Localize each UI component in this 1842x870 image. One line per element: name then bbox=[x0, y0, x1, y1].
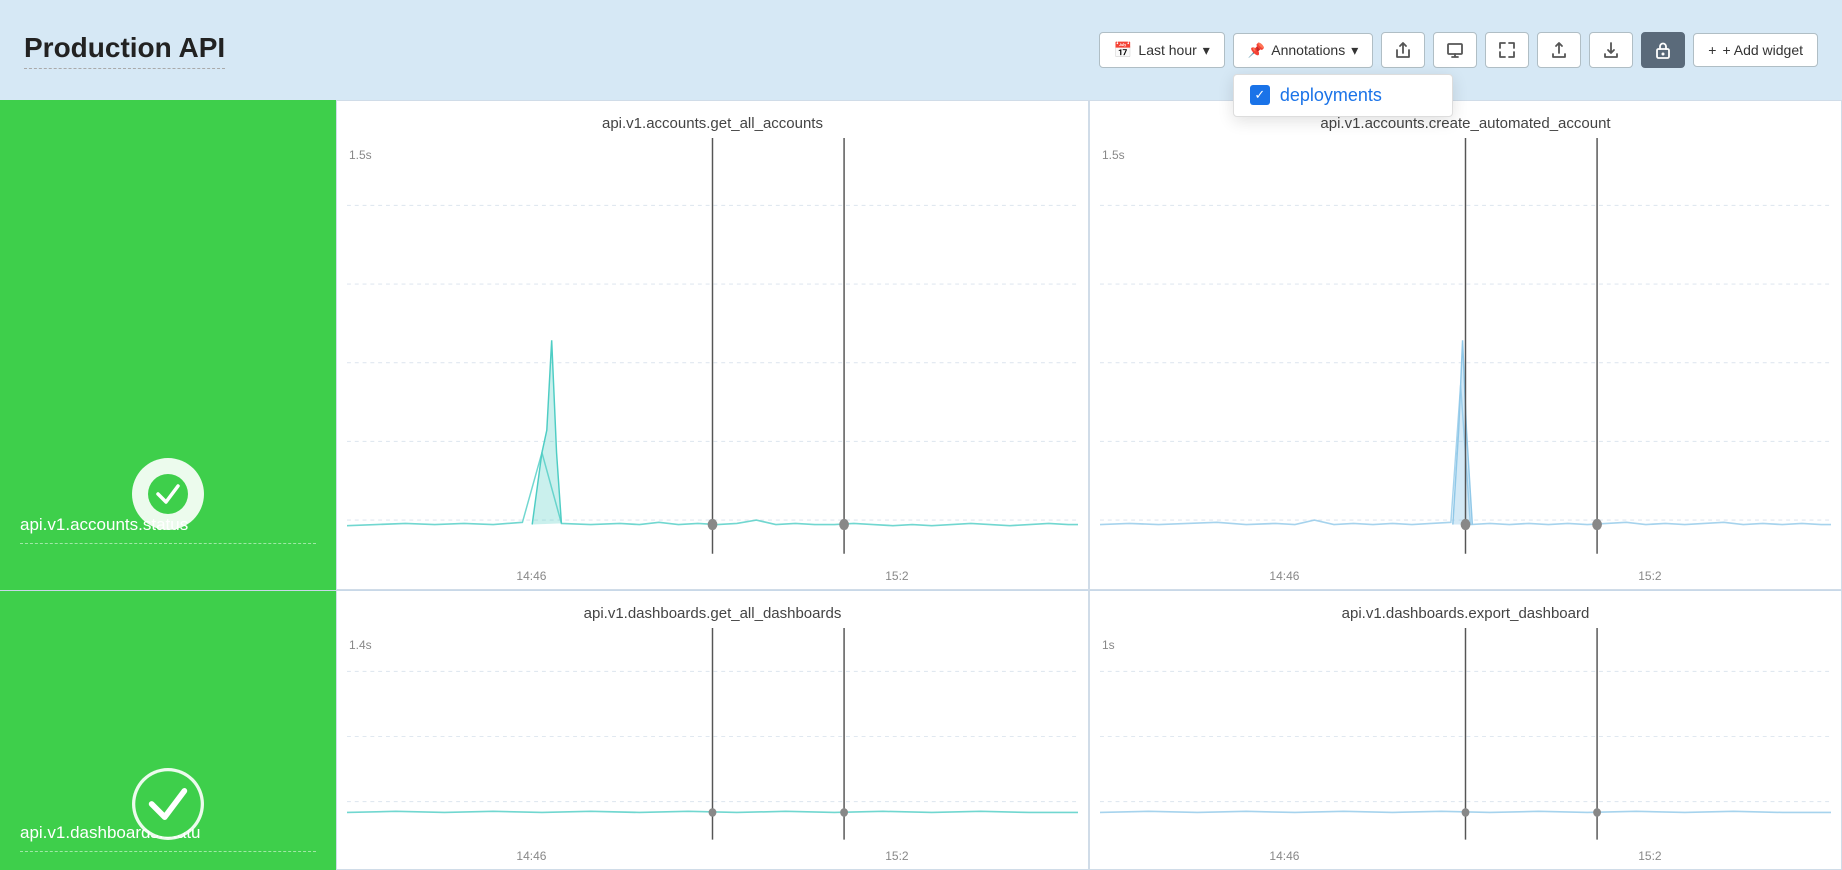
x-label-4a: 14:46 bbox=[1269, 849, 1299, 863]
chart-create-automated-account[interactable]: api.v1.accounts.create_automated_account… bbox=[1089, 100, 1842, 590]
y-label-1: 1.5s bbox=[349, 148, 372, 162]
x-label-4b: 15:2 bbox=[1638, 849, 1661, 863]
checkmark-circle-icon-2 bbox=[132, 768, 204, 840]
plus-icon: + bbox=[1708, 42, 1716, 58]
present-icon bbox=[1446, 41, 1464, 59]
annotations-dropdown-menu: ✓ deployments bbox=[1233, 74, 1453, 117]
chart-get-all-accounts[interactable]: api.v1.accounts.get_all_accounts 1.5s bbox=[336, 100, 1089, 590]
y-label-2: 1.5s bbox=[1102, 148, 1125, 162]
time-range-button[interactable]: 📅 Last hour ▾ bbox=[1099, 32, 1225, 68]
add-widget-label: + Add widget bbox=[1722, 42, 1803, 58]
page-title: Production API bbox=[24, 32, 225, 69]
chart-body-4: 1s bbox=[1090, 628, 1841, 845]
deployments-checkbox[interactable]: ✓ bbox=[1250, 85, 1270, 105]
x-label-1b: 15:2 bbox=[885, 569, 908, 583]
chart-title-1: api.v1.accounts.get_all_accounts bbox=[337, 101, 1088, 138]
annotations-button[interactable]: 📌 Annotations ▾ bbox=[1233, 33, 1373, 68]
lock-icon bbox=[1654, 41, 1672, 59]
download-button[interactable] bbox=[1589, 32, 1633, 68]
add-widget-button[interactable]: + + Add widget bbox=[1693, 33, 1818, 67]
chart-title-4: api.v1.dashboards.export_dashboard bbox=[1090, 591, 1841, 628]
lock-button[interactable] bbox=[1641, 32, 1685, 68]
x-label-2a: 14:46 bbox=[1269, 569, 1299, 583]
toolbar: 📅 Last hour ▾ 📌 Annotations ▾ ✓ deployme… bbox=[1099, 32, 1818, 68]
x-label-3a: 14:46 bbox=[516, 849, 546, 863]
chart-title-2: api.v1.accounts.create_automated_account bbox=[1090, 101, 1841, 138]
chart-svg-4 bbox=[1100, 628, 1831, 845]
chart-export-dashboard[interactable]: api.v1.dashboards.export_dashboard 1s 14… bbox=[1089, 590, 1842, 870]
status-ok-indicator-2 bbox=[132, 768, 204, 840]
upload-icon bbox=[1550, 41, 1568, 59]
chevron-down-icon: ▾ bbox=[1203, 42, 1210, 59]
chart-svg-2 bbox=[1100, 138, 1831, 565]
chart-get-all-dashboards[interactable]: api.v1.dashboards.get_all_dashboards 1.4… bbox=[336, 590, 1089, 870]
chart-svg-3 bbox=[347, 628, 1078, 845]
checkmark-icon: ✓ bbox=[1254, 87, 1265, 103]
status-ok-indicator bbox=[132, 458, 204, 530]
dashboard-grid: api.v1.accounts.status api.v1.accounts.g… bbox=[0, 100, 1842, 870]
x-labels-2: 14:46 15:2 bbox=[1090, 565, 1841, 589]
chart-body-2: 1.5s bbox=[1090, 138, 1841, 565]
pin-icon: 📌 bbox=[1248, 42, 1265, 59]
x-labels-4: 14:46 15:2 bbox=[1090, 845, 1841, 869]
x-labels-3: 14:46 15:2 bbox=[337, 845, 1088, 869]
chart-body-1: 1.5s bbox=[337, 138, 1088, 565]
annotations-dropdown-wrapper: 📌 Annotations ▾ ✓ deployments bbox=[1233, 33, 1373, 68]
x-label-1a: 14:46 bbox=[516, 569, 546, 583]
x-label-2b: 15:2 bbox=[1638, 569, 1661, 583]
checkmark-circle-icon bbox=[146, 472, 190, 516]
x-label-3b: 15:2 bbox=[885, 849, 908, 863]
download-icon bbox=[1602, 41, 1620, 59]
y-label-3: 1.4s bbox=[349, 638, 372, 652]
annotations-label: Annotations bbox=[1271, 42, 1345, 58]
chart-body-3: 1.4s bbox=[337, 628, 1088, 845]
fullscreen-icon bbox=[1498, 41, 1516, 59]
time-range-label: Last hour bbox=[1138, 42, 1196, 58]
status-tile-accounts[interactable]: api.v1.accounts.status bbox=[0, 100, 336, 590]
chart-svg-1 bbox=[347, 138, 1078, 565]
y-label-4: 1s bbox=[1102, 638, 1115, 652]
header: Production API 📅 Last hour ▾ 📌 Annotatio… bbox=[0, 0, 1842, 100]
upload-button[interactable] bbox=[1537, 32, 1581, 68]
share-icon bbox=[1394, 41, 1412, 59]
chart-title-3: api.v1.dashboards.get_all_dashboards bbox=[337, 591, 1088, 628]
fullscreen-button[interactable] bbox=[1485, 32, 1529, 68]
calendar-icon: 📅 bbox=[1114, 41, 1133, 59]
deployments-label[interactable]: deployments bbox=[1280, 85, 1382, 106]
present-button[interactable] bbox=[1433, 32, 1477, 68]
share-button[interactable] bbox=[1381, 32, 1425, 68]
x-labels-1: 14:46 15:2 bbox=[337, 565, 1088, 589]
chevron-down-icon-2: ▾ bbox=[1351, 42, 1358, 59]
status-tile-dashboards[interactable]: api.v1.dashboards.statu bbox=[0, 590, 336, 870]
